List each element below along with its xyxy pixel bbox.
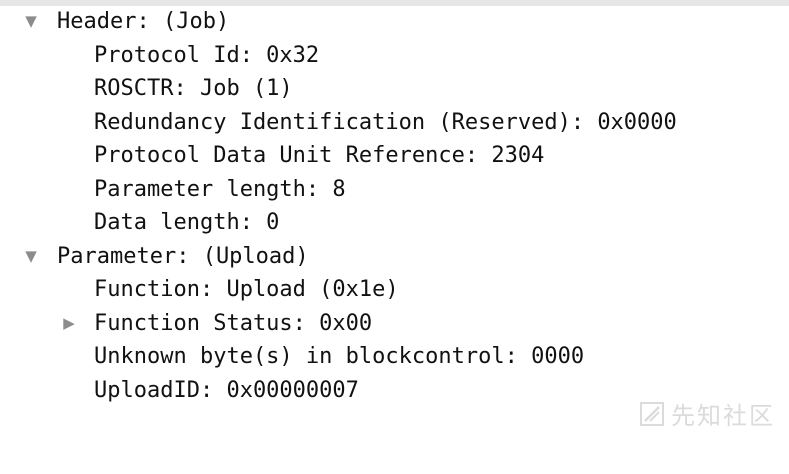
tree-leaf-label: Protocol Data Unit Reference: 2304 <box>94 143 545 168</box>
tree-node-label: Header: (Job) <box>57 9 230 34</box>
tree-node-label: Function Status: 0x00 <box>94 310 373 336</box>
tree-leaf-label: Data length: 0 <box>94 210 280 235</box>
tree-leaf-function[interactable]: Function: Upload (0x1e) <box>0 273 789 307</box>
tree-leaf-label: Redundancy Identification (Reserved): 0x… <box>94 109 677 135</box>
triangle-down-icon[interactable]: ▼ <box>22 5 40 39</box>
watermark-text: 先知社区 <box>671 402 775 430</box>
watermark: 先知社区 <box>639 396 775 431</box>
tree-leaf-data-length[interactable]: Data length: 0 <box>0 206 789 240</box>
triangle-down-icon[interactable]: ▼ <box>22 240 40 274</box>
tree-leaf-label: Protocol Id: 0x32 <box>94 42 320 68</box>
tree-node-label: Parameter: (Upload) <box>57 243 309 269</box>
tree-leaf-unknown-bytes[interactable]: Unknown byte(s) in blockcontrol: 0000 <box>0 340 789 374</box>
tree-leaf-label: Unknown byte(s) in blockcontrol: 0000 <box>94 344 585 369</box>
tree-leaf-label: UploadID: 0x00000007 <box>94 377 359 403</box>
triangle-right-icon[interactable]: ▶ <box>60 307 78 341</box>
xianzhi-logo-icon <box>640 401 664 426</box>
tree-node-header[interactable]: ▼ Header: (Job) <box>0 5 789 39</box>
tree-leaf-label: Parameter length: 8 <box>94 176 346 202</box>
tree-leaf-parameter-length[interactable]: Parameter length: 8 <box>0 173 789 207</box>
tree-leaf-label: Function: Upload (0x1e) <box>94 277 399 302</box>
tree-node-function-status[interactable]: ▶ Function Status: 0x00 <box>0 307 789 341</box>
tree-leaf-redundancy-identification[interactable]: Redundancy Identification (Reserved): 0x… <box>0 106 789 140</box>
tree-leaf-label: ROSCTR: Job (1) <box>94 76 293 101</box>
tree-node-parameter[interactable]: ▼ Parameter: (Upload) <box>0 240 789 274</box>
packet-detail-tree: ▼ Header: (Job) Protocol Id: 0x32 ROSCTR… <box>0 5 789 407</box>
tree-leaf-pdu-reference[interactable]: Protocol Data Unit Reference: 2304 <box>0 139 789 173</box>
tree-leaf-rosctr[interactable]: ROSCTR: Job (1) <box>0 72 789 106</box>
tree-leaf-protocol-id[interactable]: Protocol Id: 0x32 <box>0 39 789 73</box>
